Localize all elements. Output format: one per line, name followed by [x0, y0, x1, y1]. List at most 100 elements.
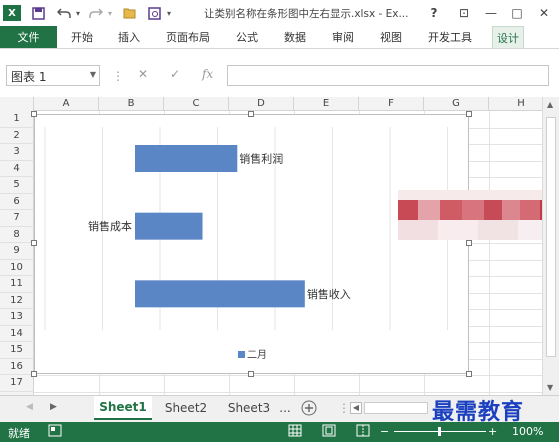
redo-icon[interactable] — [86, 3, 106, 23]
save-icon[interactable] — [28, 3, 48, 23]
tab-formulas[interactable]: 公式 — [236, 26, 258, 48]
add-sheet-icon — [301, 400, 317, 416]
row-header-7[interactable]: 7 — [0, 210, 34, 227]
insert-function-icon[interactable]: fx — [202, 67, 213, 81]
tab-design[interactable]: 设计 — [492, 26, 524, 48]
column-header-d[interactable]: D — [229, 97, 294, 111]
row-header-11[interactable]: 11 — [0, 276, 34, 293]
row-header-15[interactable]: 15 — [0, 342, 34, 359]
tab-page-layout[interactable]: 页面布局 — [166, 26, 210, 48]
resize-handle-bottom[interactable] — [248, 371, 254, 377]
page-layout-view-icon[interactable] — [322, 424, 336, 440]
undo-dropdown-icon[interactable]: ▾ — [74, 3, 82, 23]
resize-handle-left[interactable] — [31, 240, 37, 246]
chart-area[interactable]: 销售利润 销售成本 销售收入 二月 — [31, 111, 472, 377]
zoom-out-button[interactable]: − — [380, 425, 389, 438]
close-button[interactable]: ✕ — [533, 3, 555, 23]
tab-data[interactable]: 数据 — [284, 26, 306, 48]
category-label: 销售成本 — [88, 219, 132, 233]
sheet-bar-grip-icon[interactable]: ⋮ — [338, 401, 350, 415]
select-all-corner[interactable] — [0, 97, 34, 111]
tab-developer[interactable]: 开发工具 — [428, 26, 472, 48]
row-header-5[interactable]: 5 — [0, 177, 34, 194]
row-header-9[interactable]: 9 — [0, 243, 34, 260]
undo-icon[interactable] — [54, 3, 74, 23]
scroll-up-icon[interactable]: ▲ — [547, 100, 553, 109]
resize-handle-top-left[interactable] — [31, 111, 37, 117]
row-header-3[interactable]: 3 — [0, 144, 34, 161]
resize-handle-top-right[interactable] — [466, 111, 472, 117]
excel-logo: X — [2, 3, 22, 23]
scroll-thumb[interactable] — [546, 117, 556, 357]
page-break-view-icon[interactable] — [356, 424, 370, 440]
column-header-g[interactable]: G — [424, 97, 489, 111]
chart-bar[interactable] — [135, 212, 203, 240]
row-header-8[interactable]: 8 — [0, 226, 34, 243]
help-button[interactable]: ? — [423, 3, 445, 23]
name-box-value: 图表 1 — [11, 70, 47, 84]
open-icon[interactable] — [120, 3, 140, 23]
chart-bar[interactable] — [135, 280, 305, 308]
zoom-level[interactable]: 100% — [512, 425, 543, 438]
more-sheets-button[interactable]: ... — [278, 396, 292, 420]
row-header-6[interactable]: 6 — [0, 193, 34, 210]
customize-toolbar-icon[interactable]: ▾ — [164, 3, 174, 23]
legend-label: 二月 — [247, 349, 267, 361]
resize-handle-top[interactable] — [248, 111, 254, 117]
row-header-14[interactable]: 14 — [0, 325, 34, 342]
next-sheet-icon[interactable]: ▶ — [50, 402, 57, 412]
column-header-b[interactable]: B — [99, 97, 164, 111]
cancel-icon[interactable]: ✕ — [138, 67, 148, 81]
row-gridline — [34, 391, 542, 393]
column-header-a[interactable]: A — [34, 97, 99, 111]
column-header-h[interactable]: H — [489, 97, 542, 111]
minimize-button[interactable]: — — [480, 3, 502, 23]
row-header-13[interactable]: 13 — [0, 309, 34, 326]
name-box[interactable]: 图表 1 ▼ — [6, 65, 100, 86]
chart-bar[interactable] — [135, 145, 238, 172]
column-header-f[interactable]: F — [359, 97, 424, 111]
new-sheet-button[interactable] — [298, 396, 320, 420]
column-header-c[interactable]: C — [164, 97, 229, 111]
row-header-10[interactable]: 10 — [0, 259, 34, 276]
tab-review[interactable]: 审阅 — [332, 26, 354, 48]
resize-handle-right[interactable] — [466, 240, 472, 246]
normal-view-icon[interactable] — [288, 424, 302, 440]
hscroll-left-icon[interactable]: ◀ — [350, 402, 362, 414]
formula-bar-grip-icon: ⋮ — [112, 69, 124, 83]
legend-swatch — [238, 351, 245, 358]
tab-sheet3[interactable]: Sheet3 — [220, 396, 278, 420]
row-header-12[interactable]: 12 — [0, 292, 34, 309]
row-header-4[interactable]: 4 — [0, 160, 34, 177]
maximize-button[interactable]: □ — [506, 3, 528, 23]
tab-view[interactable]: 视图 — [380, 26, 402, 48]
status-mode: 就绪 — [8, 427, 30, 440]
vertical-scrollbar[interactable]: ▲ ▼ — [542, 97, 559, 395]
ribbon-tabs: 文件 开始 插入 页面布局 公式 数据 审阅 视图 开发工具 设计 — [0, 26, 559, 48]
macro-record-icon[interactable] — [48, 424, 62, 440]
prev-sheet-icon[interactable]: ◀ — [26, 402, 33, 412]
tab-home[interactable]: 开始 — [71, 26, 93, 48]
zoom-slider-thumb[interactable] — [438, 427, 441, 436]
resize-handle-bottom-right[interactable] — [466, 371, 472, 377]
column-header-e[interactable]: E — [294, 97, 359, 111]
tab-sheet2[interactable]: Sheet2 — [156, 396, 216, 420]
name-box-dropdown-icon[interactable]: ▼ — [90, 70, 96, 79]
row-header-16[interactable]: 16 — [0, 358, 34, 375]
pixelated-overlay — [398, 190, 559, 240]
tab-insert[interactable]: 插入 — [118, 26, 140, 48]
resize-handle-bottom-left[interactable] — [31, 371, 37, 377]
scroll-down-icon[interactable]: ▼ — [547, 383, 553, 392]
tab-sheet1[interactable]: Sheet1 — [94, 396, 152, 420]
enter-icon[interactable]: ✓ — [170, 67, 180, 81]
ribbon-display-button[interactable]: ⊡ — [453, 3, 475, 23]
tab-file[interactable]: 文件 — [0, 26, 57, 48]
print-preview-icon[interactable] — [144, 3, 164, 23]
redo-dropdown-icon[interactable]: ▾ — [106, 3, 114, 23]
row-header-1[interactable]: 1 — [0, 111, 34, 128]
row-header-2[interactable]: 2 — [0, 127, 34, 144]
horizontal-scrollbar[interactable] — [364, 402, 428, 414]
formula-input[interactable] — [227, 65, 549, 86]
zoom-in-button[interactable]: + — [488, 425, 497, 438]
row-header-17[interactable]: 17 — [0, 375, 34, 392]
